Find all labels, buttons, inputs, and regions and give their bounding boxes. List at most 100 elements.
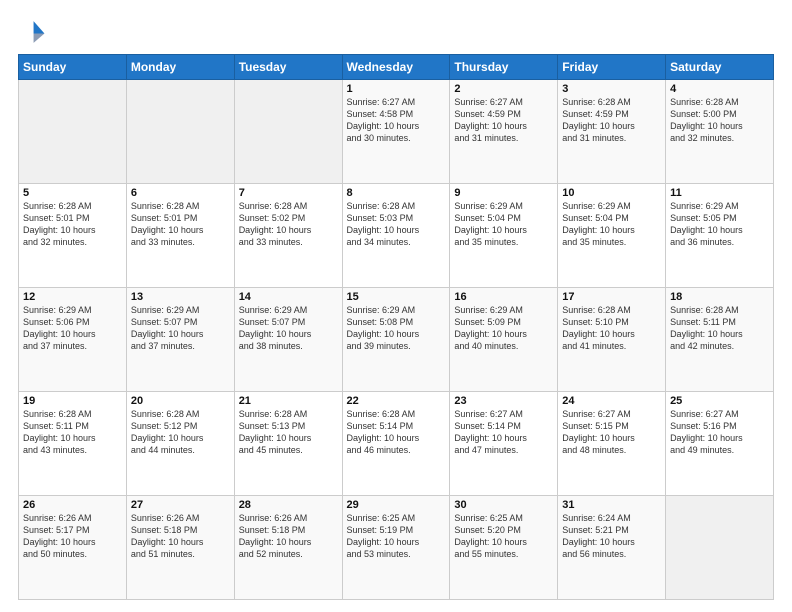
day-cell: 2Sunrise: 6:27 AMSunset: 4:59 PMDaylight… <box>450 80 558 184</box>
day-number: 14 <box>239 291 338 303</box>
day-cell: 10Sunrise: 6:29 AMSunset: 5:04 PMDayligh… <box>558 184 666 288</box>
day-number: 13 <box>131 291 230 303</box>
logo-icon <box>18 18 46 46</box>
header-day-monday: Monday <box>126 55 234 80</box>
day-info: Sunrise: 6:28 AMSunset: 5:00 PMDaylight:… <box>670 96 769 145</box>
calendar-header: SundayMondayTuesdayWednesdayThursdayFrid… <box>19 55 774 80</box>
day-number: 25 <box>670 395 769 407</box>
day-number: 20 <box>131 395 230 407</box>
day-cell <box>666 496 774 600</box>
day-number: 23 <box>454 395 553 407</box>
day-cell: 1Sunrise: 6:27 AMSunset: 4:58 PMDaylight… <box>342 80 450 184</box>
day-number: 3 <box>562 83 661 95</box>
page: SundayMondayTuesdayWednesdayThursdayFrid… <box>0 0 792 612</box>
day-cell <box>19 80 127 184</box>
day-info: Sunrise: 6:28 AMSunset: 5:01 PMDaylight:… <box>131 200 230 249</box>
day-number: 4 <box>670 83 769 95</box>
day-cell: 3Sunrise: 6:28 AMSunset: 4:59 PMDaylight… <box>558 80 666 184</box>
day-number: 28 <box>239 499 338 511</box>
day-number: 8 <box>347 187 446 199</box>
day-number: 30 <box>454 499 553 511</box>
day-cell: 12Sunrise: 6:29 AMSunset: 5:06 PMDayligh… <box>19 288 127 392</box>
day-cell: 22Sunrise: 6:28 AMSunset: 5:14 PMDayligh… <box>342 392 450 496</box>
day-info: Sunrise: 6:27 AMSunset: 5:15 PMDaylight:… <box>562 408 661 457</box>
day-cell: 5Sunrise: 6:28 AMSunset: 5:01 PMDaylight… <box>19 184 127 288</box>
day-number: 29 <box>347 499 446 511</box>
day-cell: 7Sunrise: 6:28 AMSunset: 5:02 PMDaylight… <box>234 184 342 288</box>
day-info: Sunrise: 6:29 AMSunset: 5:06 PMDaylight:… <box>23 304 122 353</box>
day-number: 24 <box>562 395 661 407</box>
day-info: Sunrise: 6:29 AMSunset: 5:08 PMDaylight:… <box>347 304 446 353</box>
day-number: 17 <box>562 291 661 303</box>
day-info: Sunrise: 6:28 AMSunset: 5:12 PMDaylight:… <box>131 408 230 457</box>
day-cell: 23Sunrise: 6:27 AMSunset: 5:14 PMDayligh… <box>450 392 558 496</box>
day-cell: 4Sunrise: 6:28 AMSunset: 5:00 PMDaylight… <box>666 80 774 184</box>
header-row: SundayMondayTuesdayWednesdayThursdayFrid… <box>19 55 774 80</box>
day-cell <box>234 80 342 184</box>
day-info: Sunrise: 6:29 AMSunset: 5:07 PMDaylight:… <box>131 304 230 353</box>
day-info: Sunrise: 6:28 AMSunset: 5:01 PMDaylight:… <box>23 200 122 249</box>
day-number: 27 <box>131 499 230 511</box>
day-number: 9 <box>454 187 553 199</box>
day-cell: 20Sunrise: 6:28 AMSunset: 5:12 PMDayligh… <box>126 392 234 496</box>
day-number: 26 <box>23 499 122 511</box>
day-cell: 15Sunrise: 6:29 AMSunset: 5:08 PMDayligh… <box>342 288 450 392</box>
day-cell: 19Sunrise: 6:28 AMSunset: 5:11 PMDayligh… <box>19 392 127 496</box>
day-info: Sunrise: 6:28 AMSunset: 5:11 PMDaylight:… <box>670 304 769 353</box>
day-info: Sunrise: 6:28 AMSunset: 4:59 PMDaylight:… <box>562 96 661 145</box>
day-info: Sunrise: 6:28 AMSunset: 5:11 PMDaylight:… <box>23 408 122 457</box>
day-cell: 17Sunrise: 6:28 AMSunset: 5:10 PMDayligh… <box>558 288 666 392</box>
day-number: 10 <box>562 187 661 199</box>
day-number: 15 <box>347 291 446 303</box>
day-info: Sunrise: 6:28 AMSunset: 5:02 PMDaylight:… <box>239 200 338 249</box>
day-number: 18 <box>670 291 769 303</box>
day-info: Sunrise: 6:29 AMSunset: 5:09 PMDaylight:… <box>454 304 553 353</box>
day-info: Sunrise: 6:27 AMSunset: 4:59 PMDaylight:… <box>454 96 553 145</box>
calendar-body: 1Sunrise: 6:27 AMSunset: 4:58 PMDaylight… <box>19 80 774 600</box>
day-cell: 25Sunrise: 6:27 AMSunset: 5:16 PMDayligh… <box>666 392 774 496</box>
week-row-2: 12Sunrise: 6:29 AMSunset: 5:06 PMDayligh… <box>19 288 774 392</box>
day-info: Sunrise: 6:26 AMSunset: 5:18 PMDaylight:… <box>239 512 338 561</box>
day-number: 11 <box>670 187 769 199</box>
day-cell: 27Sunrise: 6:26 AMSunset: 5:18 PMDayligh… <box>126 496 234 600</box>
day-info: Sunrise: 6:28 AMSunset: 5:14 PMDaylight:… <box>347 408 446 457</box>
day-number: 21 <box>239 395 338 407</box>
day-cell: 13Sunrise: 6:29 AMSunset: 5:07 PMDayligh… <box>126 288 234 392</box>
day-info: Sunrise: 6:25 AMSunset: 5:20 PMDaylight:… <box>454 512 553 561</box>
day-cell: 18Sunrise: 6:28 AMSunset: 5:11 PMDayligh… <box>666 288 774 392</box>
day-info: Sunrise: 6:25 AMSunset: 5:19 PMDaylight:… <box>347 512 446 561</box>
header <box>18 18 774 46</box>
day-cell: 8Sunrise: 6:28 AMSunset: 5:03 PMDaylight… <box>342 184 450 288</box>
day-number: 7 <box>239 187 338 199</box>
day-info: Sunrise: 6:29 AMSunset: 5:07 PMDaylight:… <box>239 304 338 353</box>
week-row-3: 19Sunrise: 6:28 AMSunset: 5:11 PMDayligh… <box>19 392 774 496</box>
calendar-table: SundayMondayTuesdayWednesdayThursdayFrid… <box>18 54 774 600</box>
day-cell: 28Sunrise: 6:26 AMSunset: 5:18 PMDayligh… <box>234 496 342 600</box>
day-cell <box>126 80 234 184</box>
header-day-tuesday: Tuesday <box>234 55 342 80</box>
day-number: 6 <box>131 187 230 199</box>
day-number: 1 <box>347 83 446 95</box>
day-number: 22 <box>347 395 446 407</box>
day-info: Sunrise: 6:26 AMSunset: 5:17 PMDaylight:… <box>23 512 122 561</box>
day-cell: 29Sunrise: 6:25 AMSunset: 5:19 PMDayligh… <box>342 496 450 600</box>
day-cell: 31Sunrise: 6:24 AMSunset: 5:21 PMDayligh… <box>558 496 666 600</box>
day-cell: 14Sunrise: 6:29 AMSunset: 5:07 PMDayligh… <box>234 288 342 392</box>
day-cell: 16Sunrise: 6:29 AMSunset: 5:09 PMDayligh… <box>450 288 558 392</box>
day-cell: 11Sunrise: 6:29 AMSunset: 5:05 PMDayligh… <box>666 184 774 288</box>
day-info: Sunrise: 6:29 AMSunset: 5:04 PMDaylight:… <box>562 200 661 249</box>
day-number: 16 <box>454 291 553 303</box>
week-row-0: 1Sunrise: 6:27 AMSunset: 4:58 PMDaylight… <box>19 80 774 184</box>
day-cell: 6Sunrise: 6:28 AMSunset: 5:01 PMDaylight… <box>126 184 234 288</box>
day-info: Sunrise: 6:26 AMSunset: 5:18 PMDaylight:… <box>131 512 230 561</box>
day-cell: 26Sunrise: 6:26 AMSunset: 5:17 PMDayligh… <box>19 496 127 600</box>
day-number: 2 <box>454 83 553 95</box>
day-cell: 21Sunrise: 6:28 AMSunset: 5:13 PMDayligh… <box>234 392 342 496</box>
day-info: Sunrise: 6:29 AMSunset: 5:04 PMDaylight:… <box>454 200 553 249</box>
day-number: 31 <box>562 499 661 511</box>
day-info: Sunrise: 6:29 AMSunset: 5:05 PMDaylight:… <box>670 200 769 249</box>
header-day-wednesday: Wednesday <box>342 55 450 80</box>
day-cell: 9Sunrise: 6:29 AMSunset: 5:04 PMDaylight… <box>450 184 558 288</box>
week-row-4: 26Sunrise: 6:26 AMSunset: 5:17 PMDayligh… <box>19 496 774 600</box>
header-day-saturday: Saturday <box>666 55 774 80</box>
